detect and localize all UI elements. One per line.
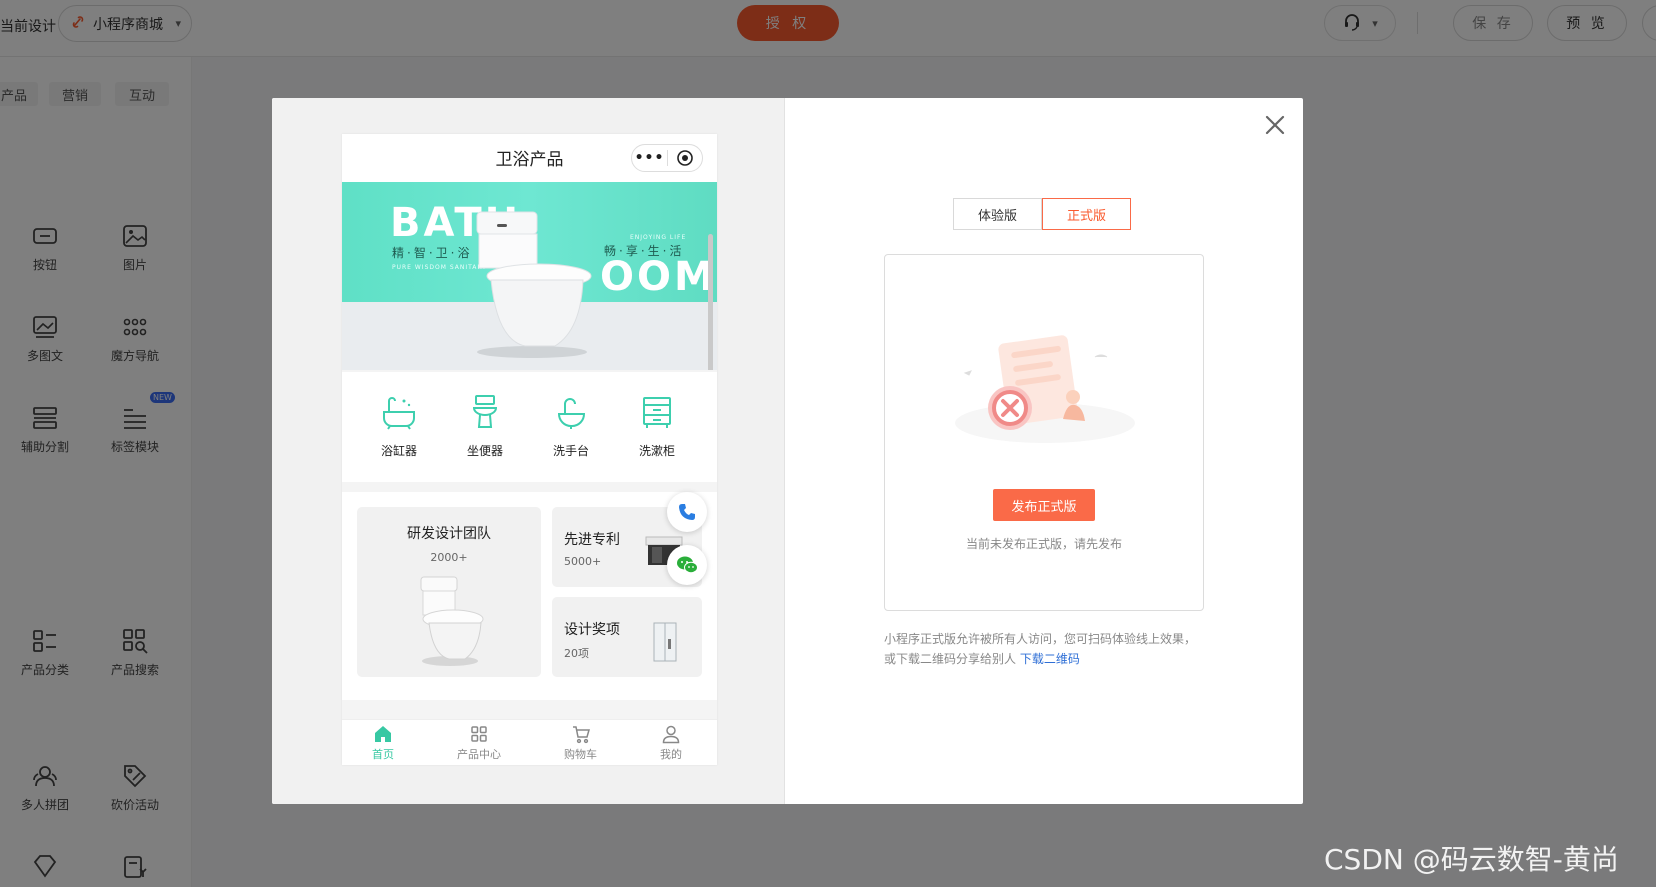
toilet-image [476, 211, 592, 358]
washbasin-icon [557, 398, 586, 429]
category-item-bathtub[interactable]: 浴缸器 [356, 392, 442, 459]
close-target-icon[interactable] [668, 149, 702, 167]
banner[interactable]: BATH OOM 精·智·卫·浴 畅·享·生·活 PURE WISDOM SAN… [342, 182, 717, 370]
mini-program-header: 卫浴产品 ••• [342, 134, 717, 182]
wechat-button[interactable] [667, 545, 707, 585]
more-dots-icon[interactable]: ••• [632, 150, 667, 166]
capsule-menu[interactable]: ••• [631, 144, 703, 172]
download-qr-link[interactable]: 下载二维码 [1020, 652, 1080, 666]
close-icon [1265, 115, 1285, 135]
cabinet-icon [643, 397, 671, 428]
tab-home[interactable]: 首页 [372, 724, 394, 762]
qr-hint-text: 当前未发布正式版，请先发布 [965, 537, 1122, 551]
category-item-cabinet[interactable]: 洗漱柜 [614, 392, 700, 459]
banner-big-text-right: OOM [600, 254, 717, 300]
user-icon [662, 725, 680, 744]
empty-state-illustration [955, 335, 1135, 443]
phone-preview-area: 卫浴产品 ••• BATH OOM 精·智·卫·浴 畅·享·生·活 PURE W… [272, 98, 785, 804]
publish-release-button[interactable]: 发布正式版 [993, 489, 1095, 521]
banner-scrollbar[interactable] [708, 234, 713, 370]
category-item-washbasin[interactable]: 洗手台 [528, 392, 614, 459]
feature-card-team[interactable]: 研发设计团队 2000+ [357, 507, 541, 677]
bathtub-icon [383, 397, 415, 430]
tab-release-version[interactable]: 正式版 [1042, 198, 1131, 230]
shower-product-image [653, 622, 677, 662]
cart-icon [572, 726, 590, 744]
tab-mine[interactable]: 我的 [660, 724, 682, 762]
close-button[interactable] [1262, 112, 1288, 138]
watermark: CSDN @码云数智-黄尚 [1324, 843, 1619, 876]
release-description: 小程序正式版允许被所有人访问，您可扫码体验线上效果，或下载二维码分享给别人 下载… [884, 632, 1197, 666]
tab-trial-version[interactable]: 体验版 [953, 198, 1042, 230]
phone-preview: 卫浴产品 ••• BATH OOM 精·智·卫·浴 畅·享·生·活 PURE W… [342, 134, 717, 765]
feature-section: 研发设计团队 2000+ 先进专利 5000+ 设计奖项 20项 [342, 492, 717, 700]
tab-products[interactable]: 产品中心 [457, 724, 501, 762]
banner-tiny-right: ENJOYING LIFE [630, 234, 687, 241]
wechat-icon [677, 556, 698, 574]
phone-icon [679, 504, 695, 520]
version-tabs: 体验版 正式版 [953, 198, 1131, 230]
toilet-icon [472, 395, 498, 428]
tab-cart[interactable]: 购物车 [564, 724, 597, 762]
feature-card-award[interactable]: 设计奖项 20项 [552, 597, 702, 677]
qr-code-box: 发布正式版 当前未发布正式版，请先发布 [884, 254, 1204, 611]
category-nav: 浴缸器 坐便器 洗手台 洗漱柜 [342, 372, 717, 482]
call-button[interactable] [667, 492, 707, 532]
home-icon [375, 726, 391, 742]
toilet-product-image [420, 576, 484, 666]
category-item-toilet[interactable]: 坐便器 [442, 392, 528, 459]
banner-sub-right: 畅·享·生·活 [604, 244, 685, 258]
release-dialog: 卫浴产品 ••• BATH OOM 精·智·卫·浴 畅·享·生·活 PURE W… [272, 98, 1303, 804]
tab-bar: 首页 产品中心 购物车 我的 [342, 719, 717, 765]
grid-icon [471, 726, 487, 742]
